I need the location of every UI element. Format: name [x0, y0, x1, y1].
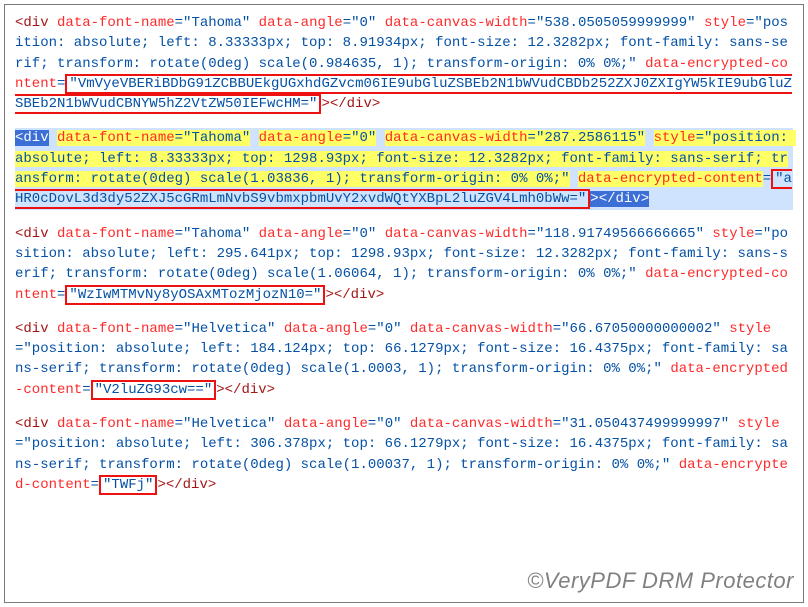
code-block-selected[interactable]: <div data-font-name="Tahoma" data-angle=… [15, 128, 793, 209]
code-block[interactable]: <div data-font-name="Helvetica" data-ang… [15, 321, 788, 400]
code-viewport: <div data-font-name="Tahoma" data-angle=… [4, 4, 804, 603]
code-block[interactable]: <div data-font-name="Helvetica" data-ang… [15, 416, 788, 495]
code-content[interactable]: <div data-font-name="Tahoma" data-angle=… [15, 13, 793, 495]
code-block[interactable]: <div data-font-name="Tahoma" data-angle=… [15, 226, 788, 305]
code-block[interactable]: <div data-font-name="Tahoma" data-angle=… [15, 15, 792, 114]
